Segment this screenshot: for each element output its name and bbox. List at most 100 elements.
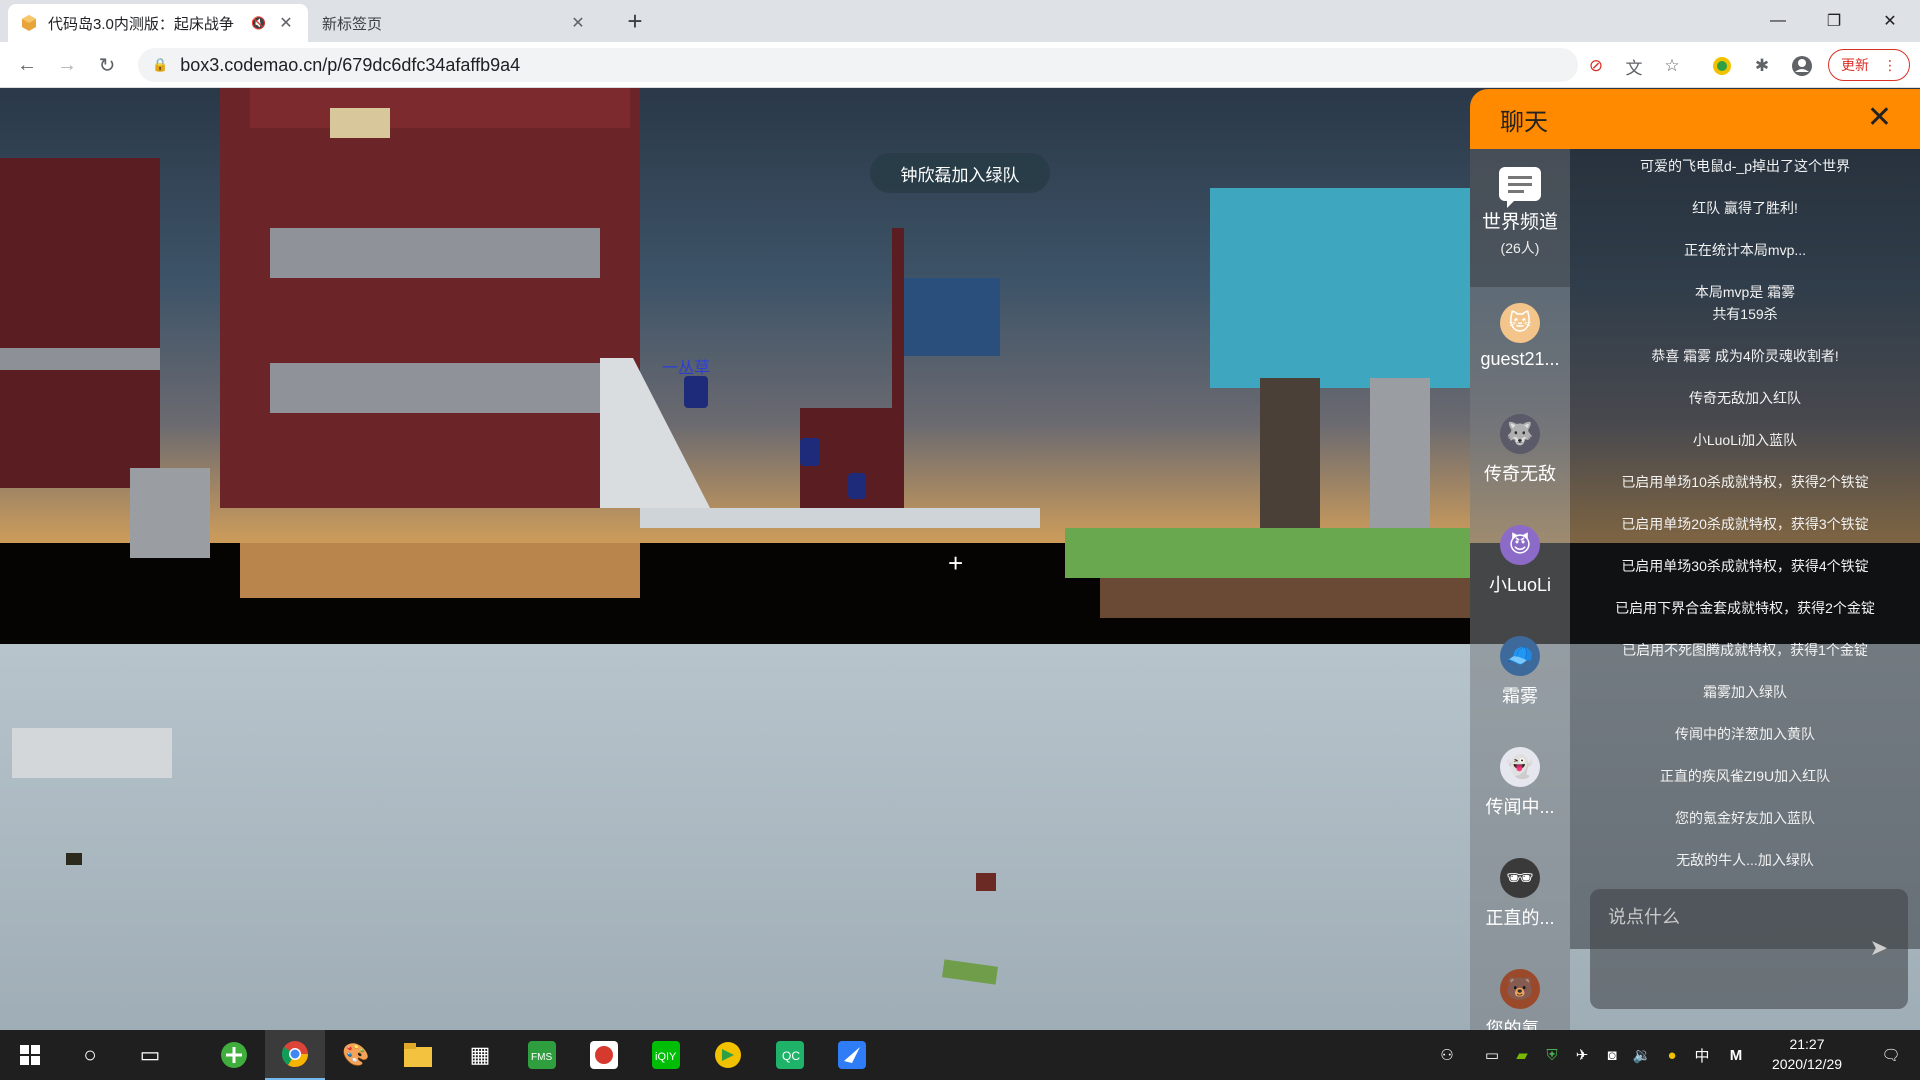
- new-tab-button[interactable]: +: [620, 6, 650, 36]
- tab-new[interactable]: 新标签页 ✕: [310, 4, 600, 42]
- address-bar[interactable]: 🔒 box3.codemao.cn/p/679dc6dfc34afaffb9a4: [138, 48, 1578, 82]
- svg-text:FMS: FMS: [531, 1052, 552, 1063]
- lock-icon: 🔒: [152, 57, 169, 72]
- chat-message: 传闻中的洋葱加入黄队: [1675, 726, 1815, 742]
- tray-app-icon[interactable]: ✈: [1568, 1030, 1596, 1080]
- chat-message: 已启用下界合金套成就特权，获得2个金锭: [1615, 600, 1875, 616]
- tray-display-icon[interactable]: ▭: [1478, 1030, 1506, 1080]
- window-scenery: [330, 108, 390, 138]
- chat-message: 霜雾加入绿队: [1703, 684, 1787, 700]
- volume-icon[interactable]: 🔉: [1628, 1030, 1656, 1080]
- update-label: 更新: [1841, 57, 1869, 73]
- chat-header: 聊天: [1470, 89, 1920, 149]
- chat-input[interactable]: 说点什么 ➤: [1590, 889, 1908, 1009]
- site-favicon-icon: [20, 14, 38, 32]
- member-item[interactable]: 👻 传闻中...: [1470, 747, 1570, 819]
- dropped-item[interactable]: [976, 873, 996, 891]
- member-name: 您的氪...: [1485, 1019, 1555, 1031]
- blocked-icon[interactable]: ⊘: [1584, 54, 1608, 78]
- red-tower-roof-scenery: [250, 88, 630, 128]
- bridge-scenery: [640, 508, 1040, 528]
- tab-title: 新标签页: [322, 15, 383, 33]
- url-text: box3.codemao.cn/p/679dc6dfc34afaffb9a4: [180, 54, 521, 75]
- chat-message: 正直的疾风雀ZI9U加入红队: [1659, 768, 1831, 784]
- tab-close-icon[interactable]: ✕: [568, 13, 588, 33]
- tab-muted-icon[interactable]: 🔇: [251, 16, 266, 30]
- chrome-icon[interactable]: [265, 1030, 325, 1080]
- game-app-icon[interactable]: [574, 1030, 634, 1080]
- reload-button[interactable]: ↻: [92, 50, 122, 80]
- member-name: 霜雾: [1502, 686, 1538, 706]
- translate-icon[interactable]: 文: [1622, 54, 1646, 78]
- chat-close-icon[interactable]: ✕: [1867, 103, 1892, 133]
- browser-360-icon[interactable]: [204, 1030, 264, 1080]
- avatar: 🐱: [1500, 303, 1540, 343]
- avatar: 🐺: [1500, 414, 1540, 454]
- feishu-app-icon[interactable]: [822, 1030, 882, 1080]
- send-icon[interactable]: ➤: [1870, 935, 1888, 961]
- qc-app-icon[interactable]: QC: [760, 1030, 820, 1080]
- tray-media-icon[interactable]: ●: [1658, 1030, 1686, 1080]
- chat-message: 小LuoLi加入蓝队: [1692, 432, 1798, 448]
- file-explorer-icon[interactable]: [388, 1030, 448, 1080]
- chat-message: 已启用单场30杀成就特权，获得4个铁锭: [1621, 558, 1869, 574]
- world-channel[interactable]: 世界频道 (26人): [1470, 167, 1570, 258]
- tray-app-icon[interactable]: ◙: [1598, 1030, 1626, 1080]
- dropped-item[interactable]: [66, 853, 82, 865]
- chat-panel: 聊天 ✕ 世界频道 (26人) 🐱 guest21... 🐺 传奇无敌 😈 小L…: [1470, 89, 1920, 1031]
- stone-ledge-scenery: [0, 348, 160, 370]
- member-item[interactable]: 🧢 霜雾: [1470, 636, 1570, 708]
- member-item[interactable]: 🕶 正直的...: [1470, 858, 1570, 930]
- maximize-button[interactable]: ❐: [1806, 0, 1862, 42]
- puzzle-extensions-icon[interactable]: ✱: [1750, 54, 1774, 78]
- people-icon[interactable]: ⚇: [1432, 1030, 1462, 1080]
- minimize-button[interactable]: —: [1750, 0, 1806, 42]
- channel-count: (26人): [1500, 240, 1540, 256]
- extension-icon[interactable]: [1710, 54, 1734, 78]
- clock-date: 2020/12/29: [1771, 1056, 1843, 1072]
- task-view-icon[interactable]: ▭: [120, 1030, 180, 1080]
- taskbar-clock[interactable]: 21:27 2020/12/29: [1762, 1034, 1852, 1074]
- window-close-button[interactable]: ✕: [1862, 0, 1918, 42]
- stone-pillar-scenery: [1370, 378, 1430, 528]
- chat-message: 您的氪金好友加入蓝队: [1675, 810, 1815, 826]
- ime-language[interactable]: 中: [1688, 1030, 1716, 1080]
- member-name: 小LuoLi: [1488, 575, 1552, 595]
- bookmark-star-icon[interactable]: ☆: [1660, 54, 1684, 78]
- blue-tree-leaves-scenery: [1210, 188, 1470, 388]
- tab-title: 代码岛3.0内测版：起床战争: [48, 15, 234, 33]
- media-player-icon[interactable]: [698, 1030, 758, 1080]
- paint-app-icon[interactable]: 🎨: [326, 1030, 386, 1080]
- chat-message: 恭喜 霜雾 成为4阶灵魂收割者!: [1651, 348, 1839, 364]
- windows-taskbar: ○ ▭ 🎨 ▦ FMS iQIY QC ⚇ ▭ ▰ ⛨ ✈ ◙ 🔉 ● 中 M …: [0, 1030, 1920, 1080]
- member-item[interactable]: 🐻 您的氪...: [1470, 969, 1570, 1031]
- calculator-icon[interactable]: ▦: [450, 1030, 510, 1080]
- security-shield-icon[interactable]: ⛨: [1538, 1030, 1566, 1080]
- start-button[interactable]: [0, 1030, 60, 1080]
- member-item[interactable]: 🐱 guest21...: [1470, 303, 1570, 370]
- profile-avatar-icon[interactable]: [1790, 54, 1814, 78]
- fms-app-icon[interactable]: FMS: [512, 1030, 572, 1080]
- player-character[interactable]: [800, 438, 820, 466]
- player-nametag: 一丛草: [662, 360, 711, 377]
- floating-block-scenery: [12, 728, 172, 778]
- ime-mode[interactable]: M: [1722, 1030, 1750, 1080]
- tab-close-icon[interactable]: ✕: [276, 13, 296, 33]
- tab-active[interactable]: 代码岛3.0内测版：起床战争 🔇 ✕: [8, 4, 308, 42]
- iqiyi-icon[interactable]: iQIY: [636, 1030, 696, 1080]
- grass-island-scenery: [1065, 528, 1470, 578]
- search-icon[interactable]: ○: [60, 1030, 120, 1080]
- chat-input-placeholder: 说点什么: [1608, 907, 1680, 927]
- avatar: 🧢: [1500, 636, 1540, 676]
- svg-text:iQIY: iQIY: [655, 1051, 677, 1063]
- nvidia-icon[interactable]: ▰: [1508, 1030, 1536, 1080]
- forward-button[interactable]: →: [52, 50, 82, 80]
- chat-message: 本局mvp是 霜雾: [1694, 284, 1796, 300]
- player-character[interactable]: [848, 473, 866, 499]
- player-character[interactable]: [684, 376, 708, 408]
- member-item[interactable]: 😈 小LuoLi: [1470, 525, 1570, 597]
- notification-icon[interactable]: 🗨: [1866, 1030, 1916, 1080]
- update-button[interactable]: 更新 ⋮: [1828, 49, 1910, 81]
- back-button[interactable]: ←: [12, 50, 42, 80]
- member-item[interactable]: 🐺 传奇无敌: [1470, 414, 1570, 486]
